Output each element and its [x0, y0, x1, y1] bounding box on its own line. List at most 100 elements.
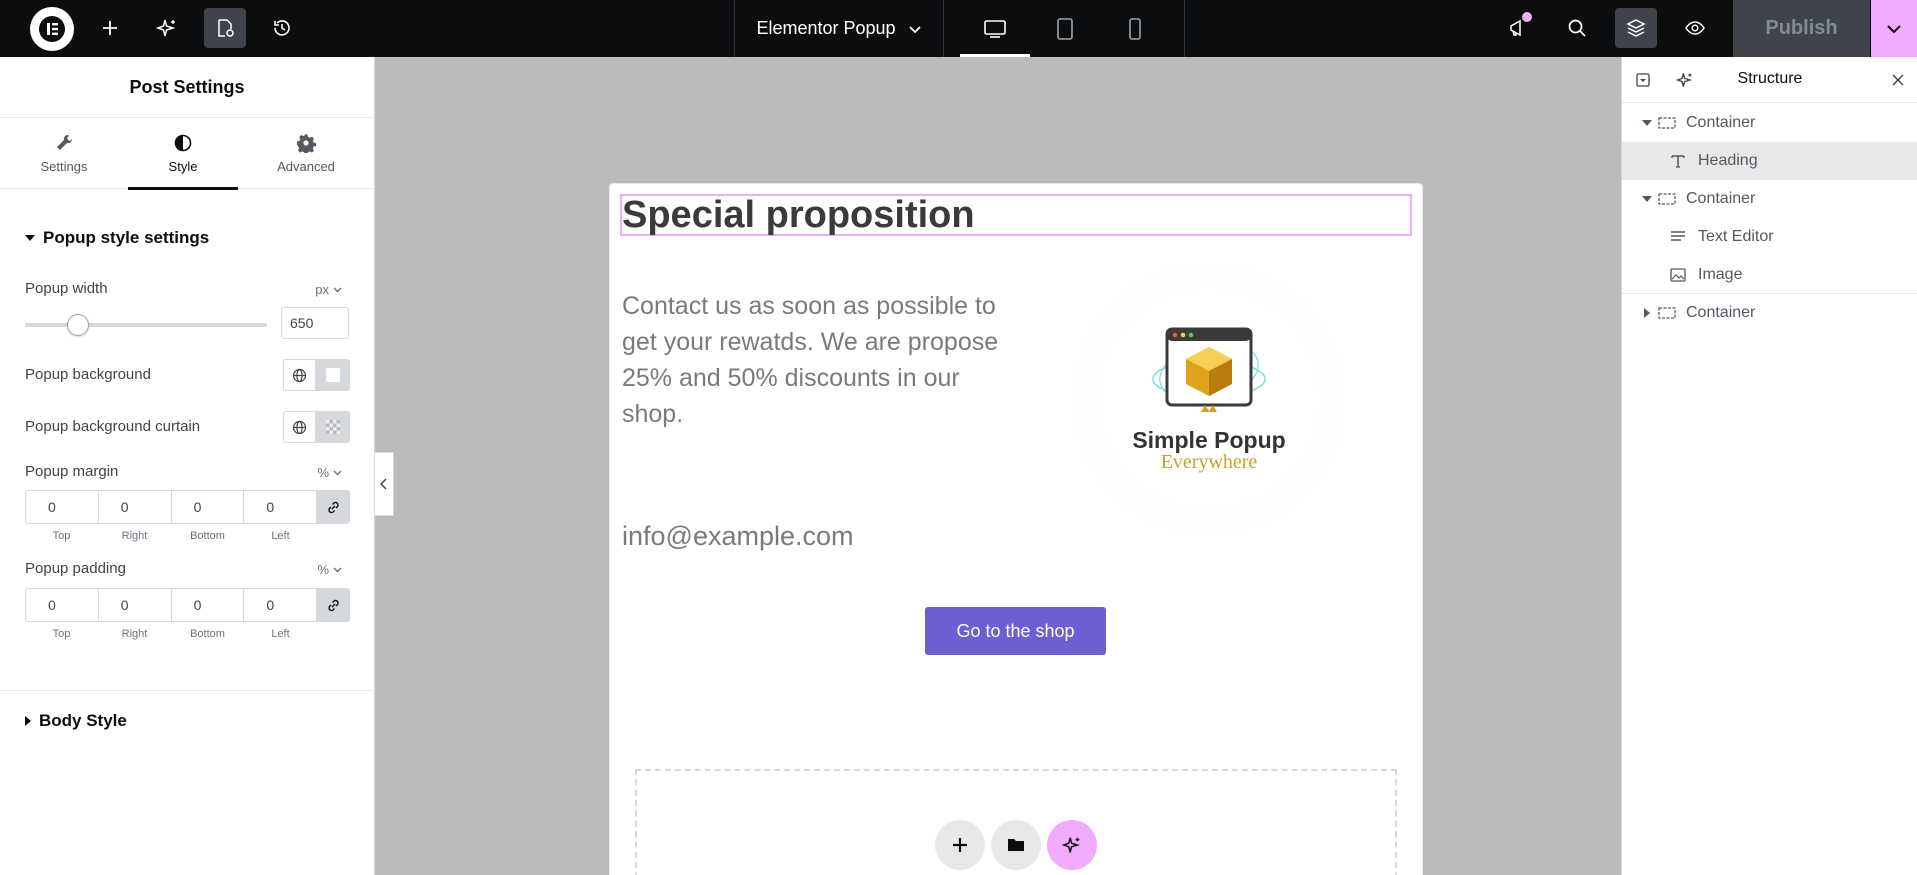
text-editor-widget[interactable]: Contact us as soon as possible to get yo… — [622, 288, 1002, 432]
ai-sparkle-icon — [1062, 837, 1080, 853]
desktop-icon — [984, 19, 1006, 38]
margin-right-input[interactable]: 0 — [97, 490, 171, 524]
panel-tabs: Settings Style Advanced — [0, 118, 374, 190]
popup-padding-unit: % — [317, 562, 329, 577]
mobile-icon — [1129, 17, 1141, 40]
popup-background-label: Popup background — [25, 366, 151, 383]
text-editor-icon — [1670, 230, 1686, 244]
popup-background-curtain-swatch[interactable] — [316, 412, 349, 442]
page-settings-button[interactable] — [204, 8, 246, 48]
caret-down-icon[interactable] — [1642, 195, 1652, 202]
padding-bottom-input[interactable]: 0 — [170, 588, 244, 622]
caret-down-icon[interactable] — [1642, 119, 1652, 126]
device-tablet-button[interactable] — [1030, 0, 1100, 57]
margin-bottom-input[interactable]: 0 — [170, 490, 244, 524]
chevron-down-icon — [908, 25, 921, 33]
device-mobile-button[interactable] — [1100, 0, 1170, 57]
structure-icon — [1626, 19, 1646, 37]
structure-item-text-editor[interactable]: Text Editor — [1622, 218, 1917, 255]
padding-right-input[interactable]: 0 — [97, 588, 171, 622]
tab-advanced[interactable]: Advanced — [260, 118, 352, 189]
padding-top-input[interactable]: 0 — [25, 588, 98, 622]
structure-item-heading[interactable]: Heading — [1622, 142, 1917, 179]
caret-right-icon[interactable] — [1644, 307, 1650, 318]
heading-widget[interactable]: Special proposition — [620, 194, 1412, 236]
section-popup-style-title: Popup style settings — [43, 228, 210, 247]
structure-item-image[interactable]: Image — [1622, 256, 1917, 293]
elementor-logo-icon[interactable] — [30, 7, 74, 51]
ai-sparkle-icon — [156, 19, 176, 37]
preview-button[interactable] — [1674, 8, 1716, 48]
structure-panel: Structure Container Heading Container Te… — [1621, 57, 1917, 875]
structure-item-label: Container — [1686, 189, 1756, 207]
structure-panel-header: Structure — [1622, 57, 1917, 103]
margin-left-input[interactable]: 0 — [243, 490, 317, 524]
global-colors-button[interactable] — [284, 360, 316, 390]
close-structure-button[interactable] — [1887, 69, 1909, 91]
ai-generate-button[interactable] — [1047, 820, 1097, 870]
tab-style[interactable]: Style — [128, 118, 238, 190]
gear-icon — [296, 134, 316, 153]
announcements-button[interactable] — [1497, 8, 1539, 48]
dim-label-top: Top — [52, 530, 71, 542]
popup-background-swatch[interactable] — [316, 360, 349, 390]
chevron-down-icon — [1887, 24, 1901, 33]
structure-item-container[interactable]: Container — [1622, 294, 1917, 331]
logo-text-secondary: Everywhere — [1160, 451, 1258, 473]
notification-dot — [1522, 12, 1532, 22]
popup-margin-inputs: 0 0 0 0 — [25, 490, 350, 524]
transparent-swatch-icon — [325, 420, 340, 434]
chevron-down-icon — [333, 287, 342, 293]
ai-button[interactable] — [146, 8, 188, 48]
page-settings-icon — [218, 19, 234, 37]
tab-style-label: Style — [168, 159, 198, 174]
popup-background-curtain-control — [283, 411, 350, 443]
popup-width-slider[interactable] — [25, 314, 267, 336]
document-title-dropdown[interactable]: Elementor Popup — [734, 0, 944, 57]
structure-item-container[interactable]: Container — [1622, 104, 1917, 141]
popup-heading: Special proposition — [622, 194, 975, 236]
section-body-style-toggle[interactable]: Body Style — [25, 711, 127, 731]
go-to-shop-button[interactable]: Go to the shop — [925, 607, 1106, 655]
padding-left-input[interactable]: 0 — [243, 588, 317, 622]
popup-width-unit-select[interactable]: px — [315, 282, 342, 297]
globe-icon — [292, 368, 307, 382]
popup-margin-unit-select[interactable]: % — [317, 465, 342, 480]
tab-advanced-label: Advanced — [277, 159, 335, 174]
search-button[interactable] — [1556, 8, 1598, 48]
device-desktop-button[interactable] — [960, 0, 1030, 57]
add-template-button[interactable] — [991, 820, 1041, 870]
document-title: Elementor Popup — [756, 18, 896, 38]
add-element-button[interactable] — [89, 8, 131, 48]
margin-top-input[interactable]: 0 — [25, 490, 98, 524]
margin-link-button[interactable] — [316, 490, 350, 524]
dim-label-left: Left — [271, 530, 290, 542]
section-popup-style-toggle[interactable]: Popup style settings — [25, 228, 209, 248]
publish-options-button[interactable] — [1871, 0, 1917, 57]
structure-item-container[interactable]: Container — [1622, 180, 1917, 217]
slider-handle[interactable] — [67, 314, 89, 336]
color-swatch-icon — [325, 368, 340, 382]
history-button[interactable] — [261, 8, 303, 48]
padding-link-button[interactable] — [316, 588, 350, 622]
tab-settings[interactable]: Settings — [18, 118, 110, 189]
simple-popup-logo-image[interactable]: Simple Popup Everywhere — [1074, 264, 1344, 534]
dim-label-bottom: Bottom — [190, 530, 225, 542]
add-icon — [103, 21, 117, 35]
history-icon — [274, 20, 290, 36]
container-icon — [1658, 192, 1676, 205]
publish-button[interactable]: Publish — [1733, 0, 1870, 57]
popup-background-control — [283, 359, 350, 391]
structure-item-label: Image — [1698, 265, 1743, 283]
popup-padding-unit-select[interactable]: % — [317, 562, 342, 577]
popup-padding-inputs: 0 0 0 0 — [25, 588, 350, 622]
structure-toggle-button[interactable] — [1615, 8, 1657, 48]
popup-width-input[interactable]: 650 — [281, 307, 349, 339]
top-bar: Elementor Popup Publish — [0, 0, 1917, 57]
link-icon — [327, 599, 339, 611]
add-section-button[interactable] — [935, 820, 985, 870]
margin-dimension-labels: Top Right Bottom Left — [25, 530, 317, 542]
caret-right-icon — [25, 716, 31, 726]
global-colors-button[interactable] — [284, 412, 316, 442]
collapse-panel-button[interactable] — [375, 452, 394, 516]
